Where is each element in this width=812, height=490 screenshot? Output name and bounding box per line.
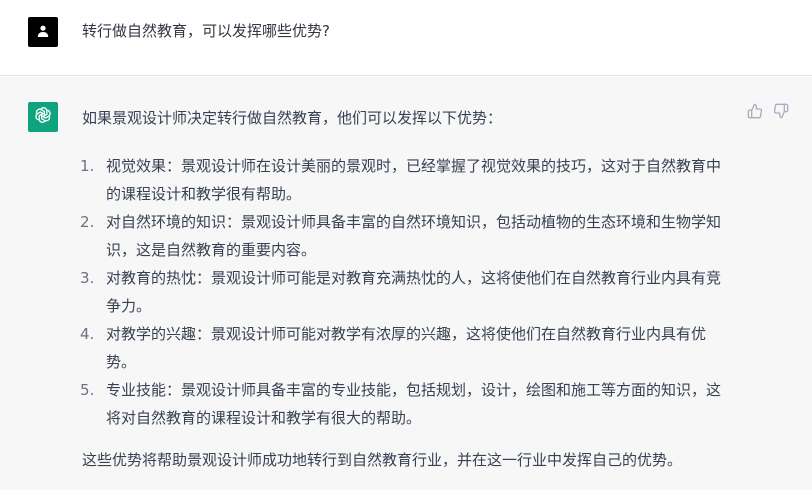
list-item-text: 对教育的热忱：景观设计师可能是对教育充满热忱的人，这将使他们在自然教育行业内具有… (106, 269, 722, 315)
assistant-message-row: 如果景观设计师决定转行做自然教育，他们可以发挥以下优势： 1. 视觉效果：景观设… (0, 77, 812, 490)
assistant-avatar (28, 102, 58, 132)
thumbs-up-button[interactable] (747, 103, 763, 123)
list-item-number: 2. (80, 213, 95, 231)
list-item: 4. 对教学的兴趣：景观设计师可能对教学有浓厚的兴趣，这将使他们在自然教育行业内… (80, 320, 732, 376)
list-item-text: 视觉效果：景观设计师在设计美丽的景观时，已经掌握了视觉效果的技巧，这对于自然教育… (106, 157, 722, 203)
feedback-actions (747, 103, 789, 123)
thumbs-down-icon (773, 103, 789, 123)
list-item-text: 专业技能：景观设计师具备丰富的专业技能，包括规划，设计，绘图和施工等方面的知识，… (106, 381, 722, 427)
list-item: 3. 对教育的热忱：景观设计师可能是对教育充满热忱的人，这将使他们在自然教育行业… (80, 264, 732, 320)
assistant-message-content: 如果景观设计师决定转行做自然教育，他们可以发挥以下优势： 1. 视觉效果：景观设… (80, 104, 732, 474)
openai-logo-icon (33, 105, 53, 129)
assistant-intro: 如果景观设计师决定转行做自然教育，他们可以发挥以下优势： (82, 109, 503, 127)
list-item-number: 3. (80, 269, 95, 287)
thumbs-up-icon (747, 103, 763, 123)
list-item: 5. 专业技能：景观设计师具备丰富的专业技能，包括规划，设计，绘图和施工等方面的… (80, 376, 732, 432)
user-message-text: 转行做自然教育，可以发挥哪些优势? (82, 22, 330, 40)
list-item-text: 对教学的兴趣：景观设计师可能对教学有浓厚的兴趣，这将使他们在自然教育行业内具有优… (106, 325, 707, 371)
list-item-text: 对自然环境的知识：景观设计师具备丰富的自然环境知识，包括动植物的生态环境和生物学… (106, 213, 722, 259)
thumbs-down-button[interactable] (773, 103, 789, 123)
advantages-list: 1. 视觉效果：景观设计师在设计美丽的景观时，已经掌握了视觉效果的技巧，这对于自… (80, 152, 732, 432)
list-item-number: 5. (80, 381, 95, 399)
list-item: 1. 视觉效果：景观设计师在设计美丽的景观时，已经掌握了视觉效果的技巧，这对于自… (80, 152, 732, 208)
list-item: 2. 对自然环境的知识：景观设计师具备丰富的自然环境知识，包括动植物的生态环境和… (80, 208, 732, 264)
user-icon (36, 23, 50, 42)
list-item-number: 1. (80, 157, 95, 175)
user-message-row: 转行做自然教育，可以发挥哪些优势? (0, 0, 812, 76)
assistant-conclusion: 这些优势将帮助景观设计师成功地转行到自然教育行业，并在这一行业中发挥自己的优势。 (82, 451, 683, 469)
list-item-number: 4. (80, 325, 95, 343)
user-avatar (28, 17, 58, 47)
